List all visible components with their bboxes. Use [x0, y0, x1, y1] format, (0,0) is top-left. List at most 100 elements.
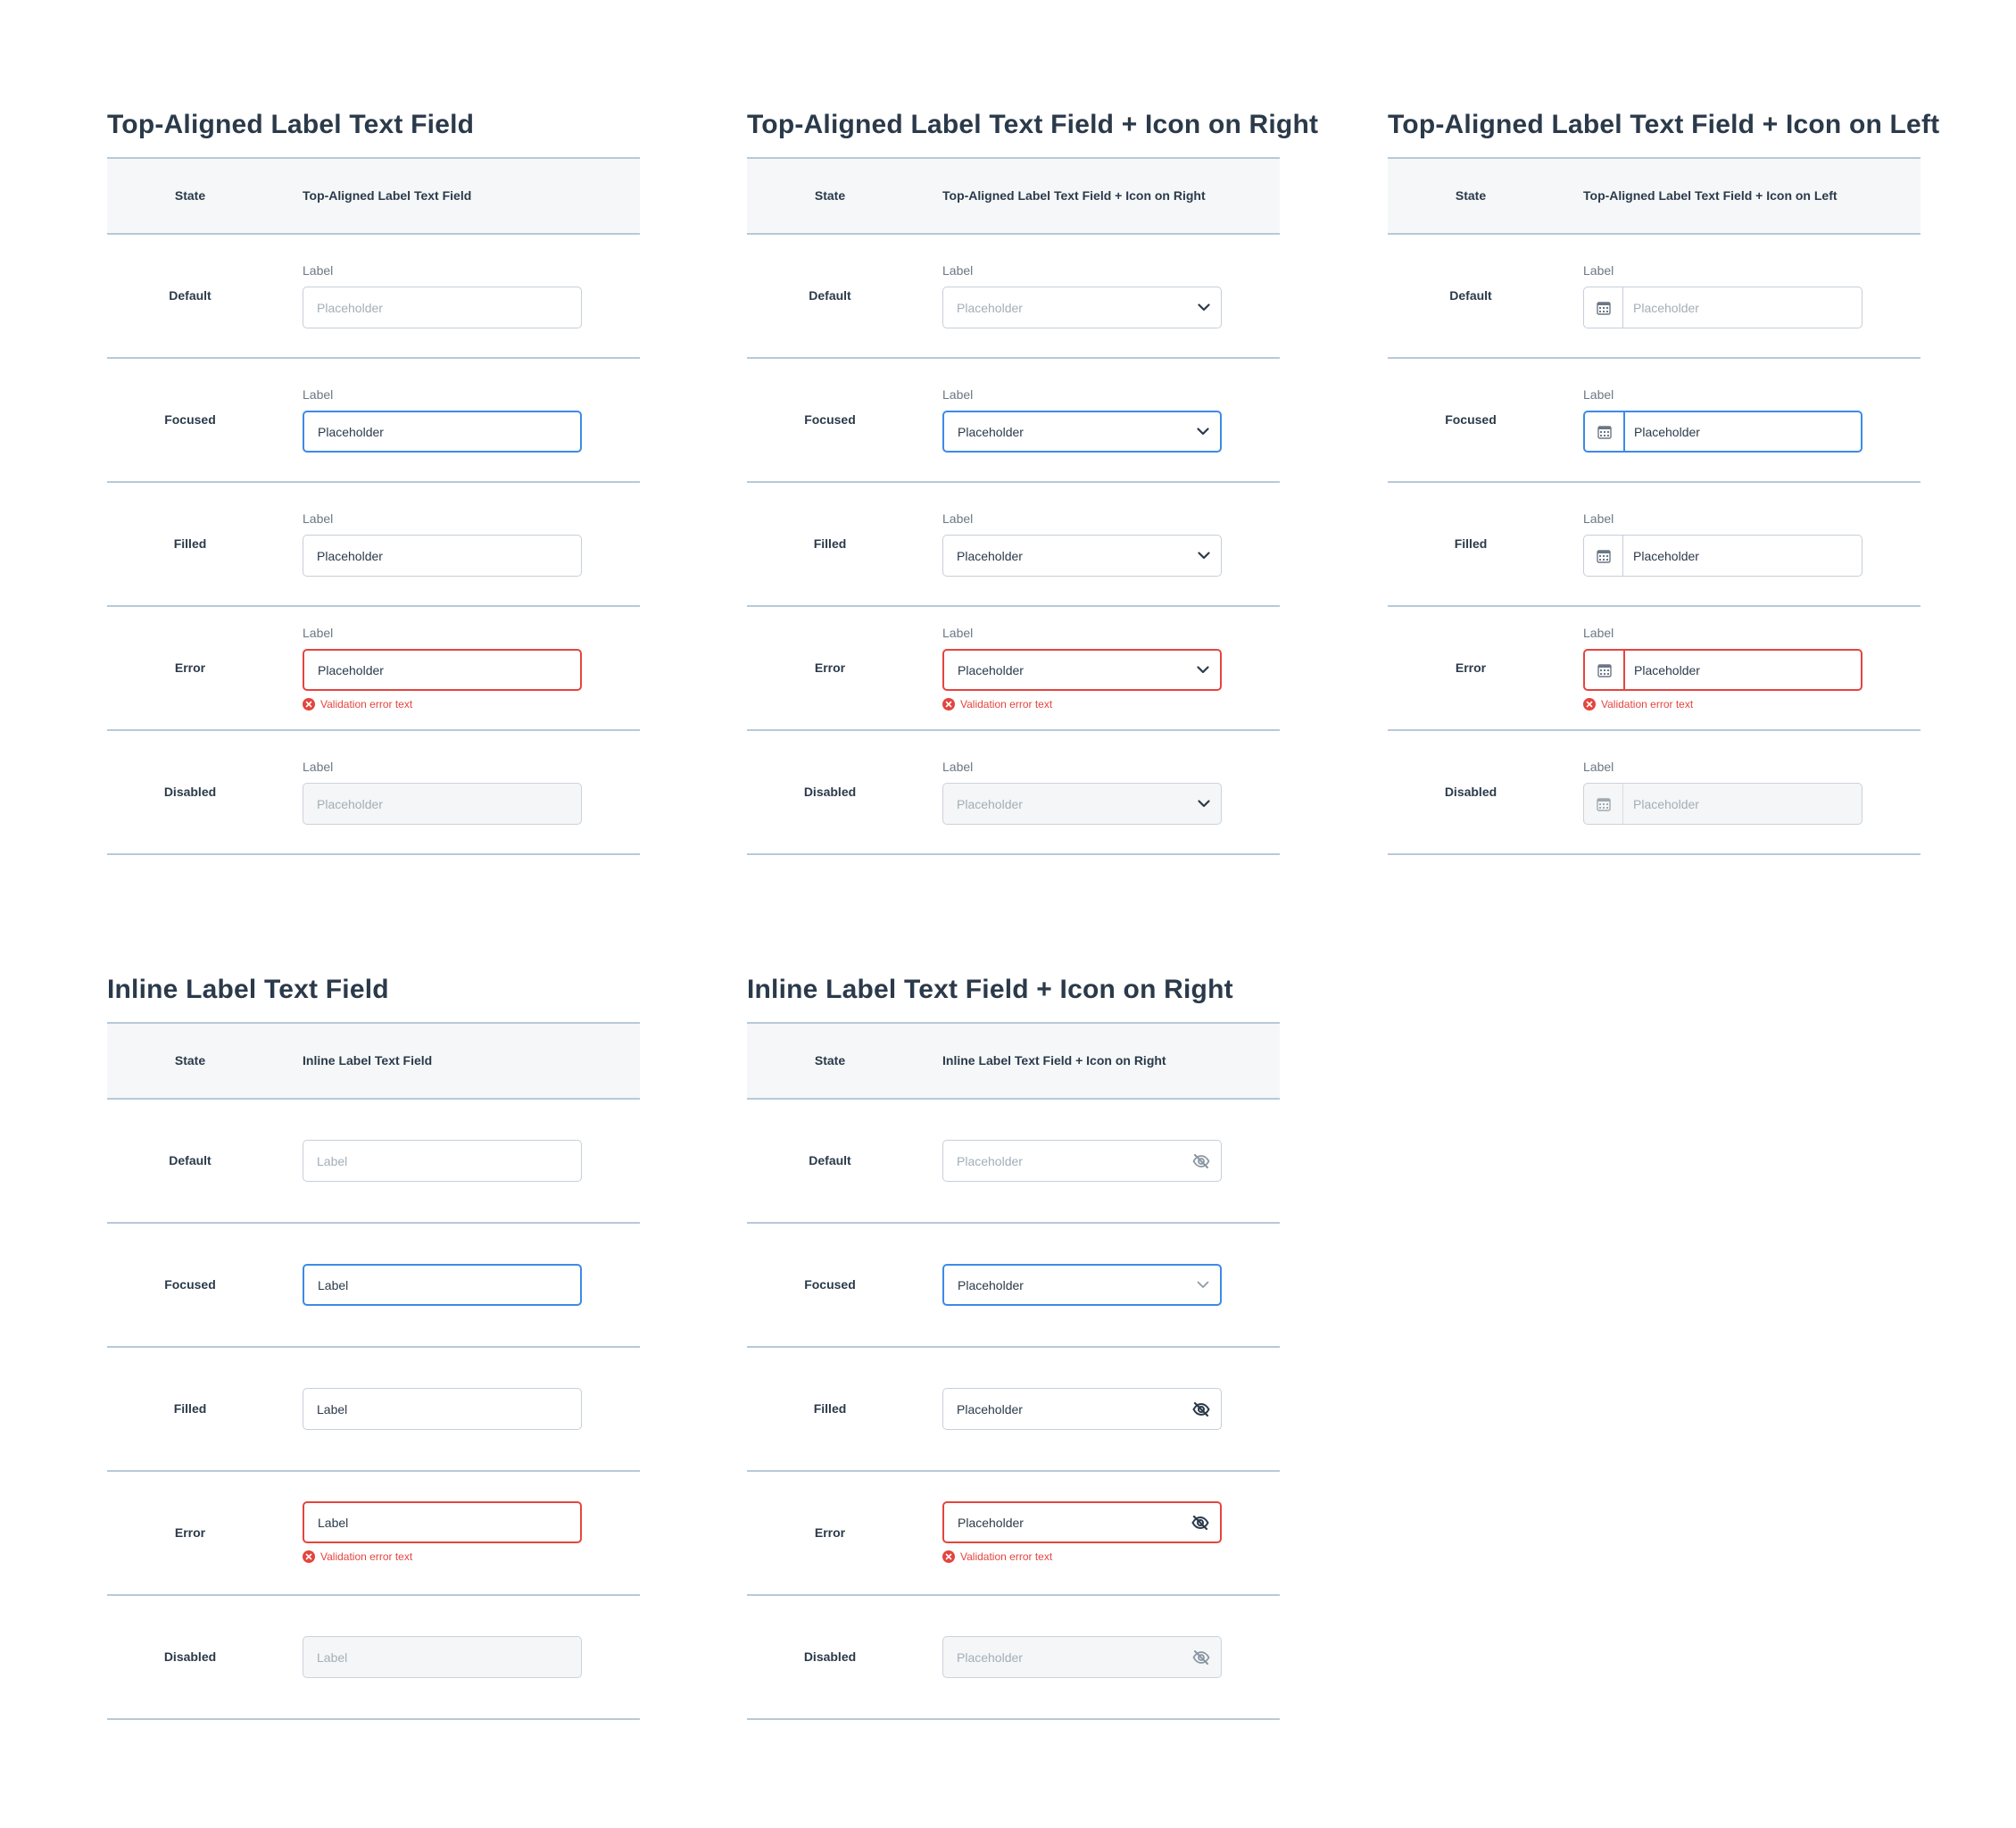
field-label: Label	[942, 387, 974, 402]
text-field[interactable]: Label	[303, 1140, 582, 1182]
error-icon	[942, 698, 955, 710]
table-row-focused: Focused Placeholder	[747, 1224, 1280, 1348]
text-field[interactable]: Placeholder	[303, 535, 582, 577]
field-value: Placeholder	[1633, 548, 1699, 563]
field-placeholder: Placeholder	[957, 300, 1023, 315]
section-title: Inline Label Text Field + Icon on Right	[747, 975, 1233, 1004]
chevron-down-icon	[1198, 784, 1210, 824]
calendar-icon[interactable]	[1585, 651, 1625, 689]
select-field[interactable]: Placeholder	[942, 411, 1222, 453]
state-label: Disabled	[803, 1649, 857, 1664]
password-field: Placeholder	[942, 1636, 1222, 1678]
table-row-filled: Filled Label Placeholder	[107, 483, 640, 607]
password-field[interactable]: Placeholder	[942, 1501, 1222, 1543]
table-row-default: Default Label	[107, 1100, 640, 1224]
field-placeholder: Label	[317, 1649, 348, 1665]
table-row-disabled: Disabled Label	[107, 1596, 640, 1720]
field-label: Label	[303, 626, 334, 640]
password-field[interactable]: Placeholder	[942, 1140, 1222, 1182]
calendar-icon[interactable]	[1584, 536, 1623, 576]
state-label: Disabled	[1444, 785, 1497, 799]
table-header: State Top-Aligned Label Text Field + Ico…	[747, 159, 1280, 235]
field-value: Placeholder	[317, 548, 383, 563]
header-state: State	[814, 1053, 846, 1068]
field-value: Placeholder	[318, 424, 384, 439]
field-placeholder: Placeholder	[957, 1649, 1023, 1665]
field-label: Label	[303, 511, 334, 526]
field-value: Placeholder	[958, 1277, 1024, 1292]
states-table: State Top-Aligned Label Text Field + Ico…	[1388, 157, 1921, 855]
calendar-icon[interactable]	[1584, 287, 1623, 328]
eye-slash-icon	[1192, 1637, 1210, 1677]
field-placeholder: Placeholder	[957, 796, 1023, 811]
chevron-down-icon[interactable]	[1198, 287, 1210, 328]
field-label: Label	[1583, 626, 1614, 640]
eye-slash-icon[interactable]	[1191, 1503, 1209, 1541]
state-label: Filled	[1454, 536, 1488, 551]
error-text: Validation error text	[960, 1550, 1053, 1563]
text-field[interactable]: Placeholder	[303, 411, 582, 453]
text-field[interactable]: Label	[303, 1388, 582, 1430]
text-field: Label	[303, 1636, 582, 1678]
state-label: Filled	[173, 1401, 207, 1416]
field-label: Label	[303, 760, 334, 774]
select-field[interactable]: Placeholder	[942, 1264, 1222, 1306]
state-label: Error	[814, 1525, 846, 1540]
table-row-error: Error Label Placeholder Validation error…	[747, 607, 1280, 731]
table-row-filled: Filled Placeholder	[747, 1348, 1280, 1472]
field-value: Placeholder	[958, 424, 1024, 439]
table-row-focused: Focused Label Placeholder	[747, 359, 1280, 483]
table-header: State Inline Label Text Field + Icon on …	[747, 1024, 1280, 1100]
calendar-icon[interactable]	[1585, 412, 1625, 451]
chevron-down-icon[interactable]	[1198, 536, 1210, 576]
section-title: Top-Aligned Label Text Field	[107, 110, 475, 139]
field-label: Label	[1583, 387, 1614, 402]
error-icon	[942, 1550, 955, 1563]
field-label: Label	[942, 263, 974, 278]
field-value: Placeholder	[957, 548, 1023, 563]
states-table: State Top-Aligned Label Text Field Defau…	[107, 157, 640, 855]
date-field[interactable]: Placeholder	[1583, 287, 1863, 328]
select-field[interactable]: Placeholder	[942, 649, 1222, 691]
text-field[interactable]: Label	[303, 1501, 582, 1543]
date-field[interactable]: Placeholder	[1583, 411, 1863, 453]
table-row-focused: Focused Label Placeholder	[1388, 359, 1921, 483]
table-row-default: Default Label Placeholder	[107, 235, 640, 359]
state-label: Filled	[173, 536, 207, 551]
field-label: Label	[1583, 760, 1614, 774]
text-field[interactable]: Placeholder	[303, 649, 582, 691]
text-field: Placeholder	[303, 783, 582, 825]
eye-slash-icon[interactable]	[1192, 1141, 1210, 1181]
password-field[interactable]: Placeholder	[942, 1388, 1222, 1430]
state-label: Focused	[804, 412, 856, 427]
eye-slash-icon[interactable]	[1192, 1389, 1210, 1429]
state-label: Disabled	[803, 785, 857, 799]
text-field[interactable]: Label	[303, 1264, 582, 1306]
table-row-error: Error Label Validation error text	[107, 1472, 640, 1596]
select-field[interactable]: Placeholder	[942, 535, 1222, 577]
validation-error: Validation error text	[303, 1550, 412, 1563]
state-label: Default	[169, 288, 212, 303]
chevron-down-icon[interactable]	[1197, 1266, 1209, 1304]
field-value: Placeholder	[957, 1401, 1023, 1417]
state-label: Filled	[813, 1401, 847, 1416]
table-header: State Top-Aligned Label Text Field + Ico…	[1388, 159, 1921, 235]
state-label: Error	[174, 1525, 206, 1540]
field-label: Label	[303, 387, 334, 402]
date-field[interactable]: Placeholder	[1583, 649, 1863, 691]
chevron-down-icon[interactable]	[1197, 651, 1209, 689]
table-row-default: Default Label Placeholder	[747, 235, 1280, 359]
text-field[interactable]: Placeholder	[303, 287, 582, 328]
table-row-error: Error Label Placeholder Validation error…	[107, 607, 640, 731]
state-label: Error	[814, 661, 846, 675]
field-placeholder: Placeholder	[317, 796, 383, 811]
field-value: Placeholder	[958, 1515, 1024, 1530]
date-field[interactable]: Placeholder	[1583, 535, 1863, 577]
state-label: Disabled	[163, 1649, 217, 1664]
table-row-disabled: Disabled Label Placeholder	[107, 731, 640, 855]
calendar-icon	[1584, 784, 1623, 824]
chevron-down-icon[interactable]	[1197, 412, 1209, 451]
select-field[interactable]: Placeholder	[942, 287, 1222, 328]
state-label: Error	[174, 661, 206, 675]
table-row-error: Error Label Placeholder Validation error…	[1388, 607, 1921, 731]
